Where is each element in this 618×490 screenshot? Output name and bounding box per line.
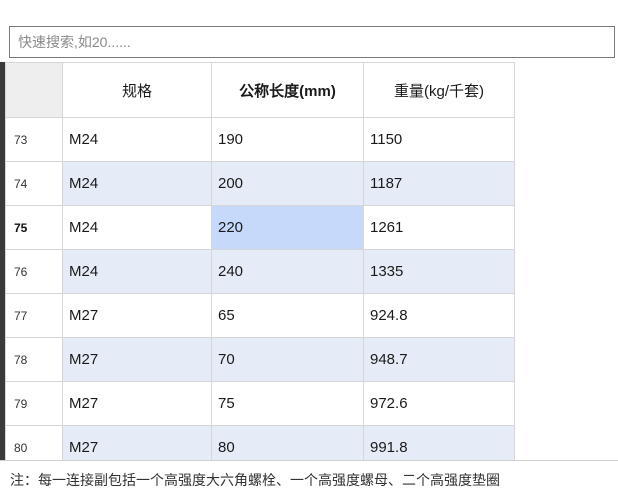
cell-spec[interactable]: M24 [62,249,212,294]
cell-spec[interactable]: M24 [62,117,212,162]
footer-note: 注：每一连接副包括一个高强度大六角螺栓、一个高强度螺母、二个高强度垫圈 [10,472,500,488]
row-number[interactable]: 79 [5,381,63,426]
table-row[interactable]: 78 M27 70 948.7 [5,337,515,382]
cell-nominal-length[interactable]: 200 [211,161,364,206]
row-number[interactable]: 74 [5,161,63,206]
cell-spec[interactable]: M24 [62,205,212,250]
row-number[interactable]: 75 [5,205,63,250]
row-number[interactable]: 78 [5,337,63,382]
column-header-spec[interactable]: 规格 [62,62,212,118]
cell-nominal-length[interactable]: 75 [211,381,364,426]
cell-nominal-length-selected[interactable]: 220 [211,205,364,250]
cell-spec[interactable]: M27 [62,293,212,338]
table-row[interactable]: 74 M24 200 1187 [5,161,515,206]
table-row-current[interactable]: 75 M24 220 1261 [5,205,515,250]
table-row[interactable]: 76 M24 240 1335 [5,249,515,294]
row-number[interactable]: 73 [5,117,63,162]
cell-weight[interactable]: 924.8 [363,293,515,338]
data-grid[interactable]: 规格 公称长度(mm) 重量(kg/千套) 73 M24 190 1150 74… [5,62,618,460]
cell-spec[interactable]: M27 [62,425,212,460]
search-input[interactable] [10,27,614,57]
cell-weight[interactable]: 1187 [363,161,515,206]
row-number[interactable]: 80 [5,425,63,460]
cell-nominal-length[interactable]: 190 [211,117,364,162]
corner-cell[interactable] [5,62,63,118]
cell-weight[interactable]: 1261 [363,205,515,250]
cell-weight[interactable]: 1150 [363,117,515,162]
cell-spec[interactable]: M27 [62,381,212,426]
header-row: 规格 公称长度(mm) 重量(kg/千套) [5,62,515,118]
cell-nominal-length[interactable]: 65 [211,293,364,338]
column-header-weight[interactable]: 重量(kg/千套) [363,62,515,118]
row-number[interactable]: 76 [5,249,63,294]
table-row[interactable]: 77 M27 65 924.8 [5,293,515,338]
cell-nominal-length[interactable]: 70 [211,337,364,382]
search-box[interactable] [9,26,615,58]
cell-spec[interactable]: M24 [62,161,212,206]
cell-weight[interactable]: 1335 [363,249,515,294]
table-row[interactable]: 73 M24 190 1150 [5,117,515,162]
cell-nominal-length[interactable]: 80 [211,425,364,460]
cell-nominal-length[interactable]: 240 [211,249,364,294]
table-row[interactable]: 79 M27 75 972.6 [5,381,515,426]
cell-spec[interactable]: M27 [62,337,212,382]
spec-table: 规格 公称长度(mm) 重量(kg/千套) 73 M24 190 1150 74… [5,62,515,460]
cell-weight[interactable]: 948.7 [363,337,515,382]
cell-weight[interactable]: 991.8 [363,425,515,460]
footer-divider [0,460,618,461]
table-row[interactable]: 80 M27 80 991.8 [5,425,515,460]
cell-weight[interactable]: 972.6 [363,381,515,426]
column-header-nominal-length[interactable]: 公称长度(mm) [211,62,364,118]
row-number[interactable]: 77 [5,293,63,338]
